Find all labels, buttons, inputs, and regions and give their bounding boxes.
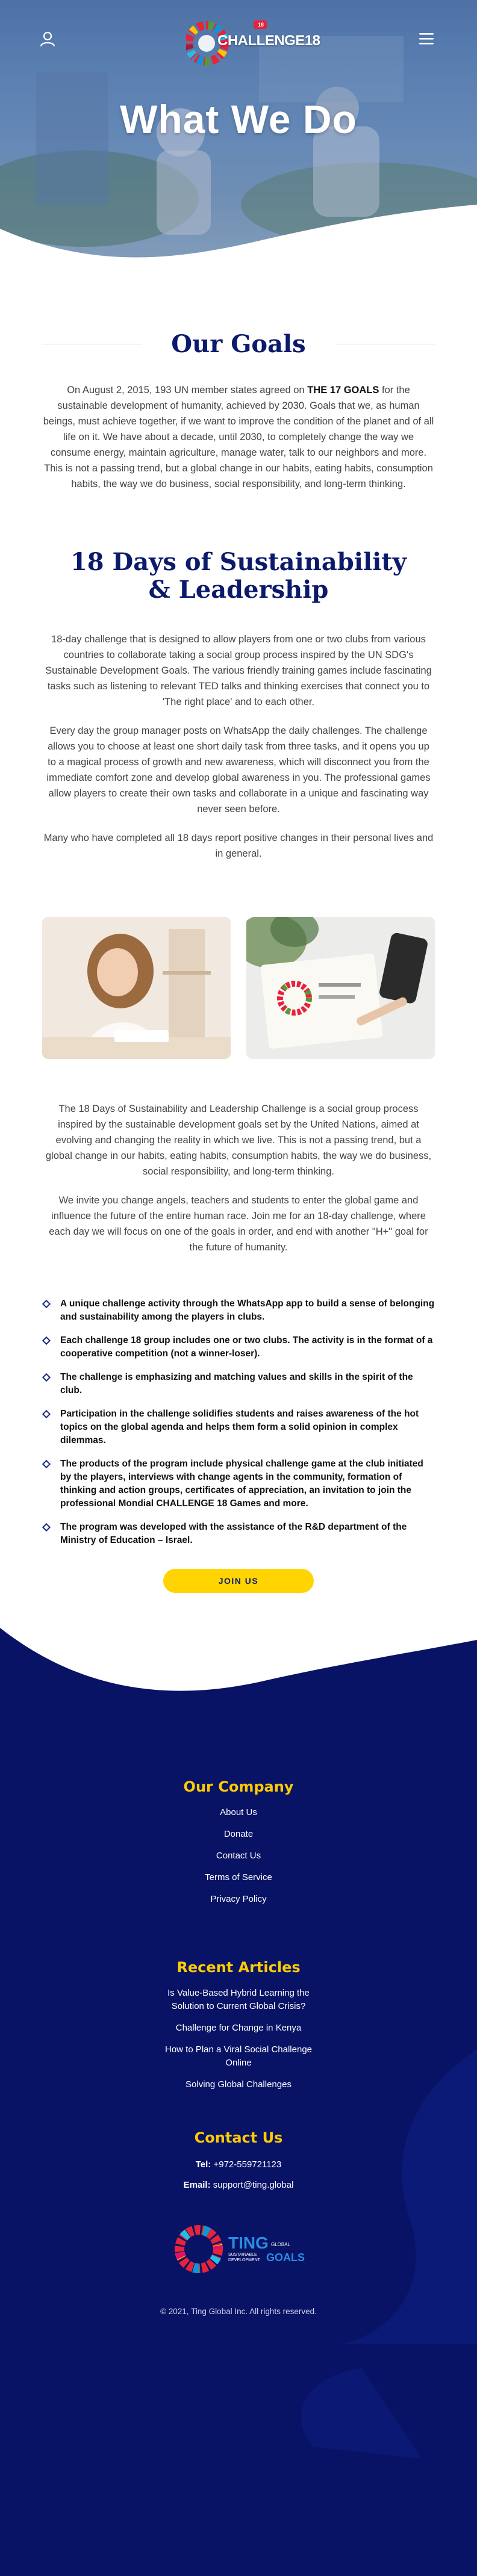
- top-navigation: 18 CHALLENGE18: [0, 8, 477, 69]
- ting-goals: GOALS: [266, 2252, 305, 2264]
- feature-text: Participation in the challenge solidifie…: [60, 1409, 419, 1445]
- goals-heading-row: Our Goals: [42, 330, 435, 358]
- feature-item: The products of the program include phys…: [42, 1457, 435, 1510]
- diamond-bullet-icon: [42, 1299, 51, 1309]
- article-link[interactable]: Challenge for Change in Kenya: [0, 2022, 477, 2035]
- diamond-bullet-icon: [42, 1373, 51, 1382]
- goals-text: On August 2, 2015, 193 UN member states …: [42, 382, 435, 492]
- footer-link-privacy-policy[interactable]: Privacy Policy: [0, 1893, 477, 1906]
- woman-writing-photo: [42, 917, 231, 1059]
- feature-item: The program was developed with the assis…: [42, 1521, 435, 1547]
- contact-tel[interactable]: Tel: +972-559721123: [0, 2158, 477, 2171]
- company-heading: Our Company: [183, 1778, 294, 1795]
- article-link[interactable]: Is Value-Based Hybrid Learning the Soluti…: [0, 1987, 477, 2013]
- feature-item: The challenge is emphasizing and matchin…: [42, 1371, 435, 1397]
- footer: Our Company About Us Donate Contact Us Term…: [0, 1628, 477, 2576]
- about-paragraph-1: The 18 Days of Sustainability and Leader…: [45, 1103, 432, 1177]
- woman-writing-illustration: [42, 917, 231, 1059]
- articles-heading: Recent Articles: [176, 1959, 301, 1976]
- page-title: What We Do: [120, 97, 357, 141]
- about-section: The 18 Days of Sustainability and Leader…: [0, 1101, 477, 1255]
- article-title-line1: Challenge for Change in Kenya: [175, 2023, 302, 2033]
- sdg-notebook-photo: [246, 917, 435, 1059]
- ting-small-sustainable: SUSTAINABLE: [228, 2253, 257, 2257]
- footer-contact: Contact Us Tel: +972-559721123 Email: su…: [0, 2129, 477, 2192]
- goals-text-pre: On August 2, 2015, 193 UN member states …: [67, 385, 308, 396]
- footer-background: [0, 1628, 477, 2576]
- diamond-bullet-icon: [42, 1522, 51, 1532]
- footer-company: Our Company About Us Donate Contact Us Term…: [0, 1778, 477, 1914]
- feature-item: Participation in the challenge solidifie…: [42, 1407, 435, 1447]
- days-heading: 18 Days of Sustainability & Leadership: [42, 548, 435, 604]
- footer-articles: Recent Articles Is Value-Based Hybrid Le…: [0, 1959, 477, 2100]
- goals-section: Our Goals On August 2, 2015, 193 UN memb…: [0, 330, 477, 492]
- article-title-line1: How to Plan a Viral Social Challenge: [164, 2044, 313, 2055]
- notebook-illustration: [246, 917, 435, 1059]
- about-paragraph-2: We invite you change angels, teachers an…: [49, 1195, 428, 1253]
- goals-text-bold: THE 17 GOALS: [307, 385, 379, 396]
- footer-link-terms-of-service[interactable]: Terms of Service: [0, 1871, 477, 1884]
- article-title-line2: Solution to Current Global Crisis?: [171, 2001, 306, 2011]
- contact-heading: Contact Us: [194, 2129, 283, 2146]
- ting-small-global: GLOBAL: [271, 2242, 291, 2247]
- tel-value: +972-559721123: [213, 2159, 282, 2170]
- company-links: About Us Donate Contact Us Terms of Service…: [0, 1806, 477, 1906]
- days-paragraph-2: Every day the group manager posts on Wha…: [46, 725, 431, 815]
- feature-text: A unique challenge activity through the …: [60, 1299, 435, 1322]
- tel-label: Tel:: [195, 2159, 211, 2170]
- logo-badge: 18: [257, 22, 264, 28]
- feature-item: A unique challenge activity through the …: [42, 1297, 435, 1324]
- copyright: © 2021, Ting Global Inc. All rights rese…: [160, 2307, 317, 2316]
- feature-text: Each challenge 18 group includes one or …: [60, 1335, 433, 1359]
- ting-small-development: DEVELOPMENT: [228, 2258, 260, 2262]
- feature-text: The products of the program include phys…: [60, 1459, 423, 1509]
- days-heading-line2: & Leadership: [148, 576, 329, 604]
- challenge18-logo[interactable]: 18 CHALLENGE18: [184, 8, 320, 66]
- feature-text: The program was developed with the assis…: [60, 1522, 407, 1545]
- article-title-line1: Is Value-Based Hybrid Learning the: [167, 1988, 310, 1998]
- article-title-line1: Solving Global Challenges: [186, 2079, 292, 2090]
- footer-link-contact-us[interactable]: Contact Us: [0, 1849, 477, 1863]
- ting-brand: TING: [228, 2233, 269, 2252]
- hamburger-menu-icon[interactable]: [418, 31, 435, 46]
- days-heading-line1: 18 Days of Sustainability: [70, 548, 407, 576]
- article-link[interactable]: How to Plan a Viral Social Challenge Onli…: [0, 2043, 477, 2070]
- article-link[interactable]: Solving Global Challenges: [0, 2078, 477, 2091]
- diamond-bullet-icon: [42, 1409, 51, 1419]
- email-value: support@ting.global: [213, 2180, 294, 2190]
- features-list: A unique challenge activity through the …: [0, 1297, 477, 1547]
- email-label: Email:: [183, 2180, 211, 2190]
- contact-email[interactable]: Email: support@ting.global: [0, 2179, 477, 2192]
- diamond-bullet-icon: [42, 1459, 51, 1469]
- goals-text-post: for the sustainable development of human…: [43, 385, 434, 489]
- hero-wave: [0, 205, 477, 259]
- feature-item: Each challenge 18 group includes one or …: [42, 1334, 435, 1361]
- diamond-bullet-icon: [42, 1336, 51, 1345]
- user-icon[interactable]: [39, 30, 57, 48]
- goals-heading: Our Goals: [171, 330, 306, 358]
- photo-gallery: [0, 917, 477, 1059]
- footer-link-about-us[interactable]: About Us: [0, 1806, 477, 1819]
- article-title-line2: Online: [225, 2058, 252, 2068]
- logo-text: CHALLENGE18: [217, 33, 320, 49]
- days-paragraph-3: Many who have completed all 18 days repo…: [43, 833, 434, 859]
- cta-row: JOIN US: [0, 1569, 477, 1593]
- feature-text: The challenge is emphasizing and matchin…: [60, 1372, 413, 1395]
- article-links: Is Value-Based Hybrid Learning the Soluti…: [0, 1987, 477, 2091]
- hero-banner: 18 CHALLENGE18 What We Do: [0, 0, 477, 259]
- days-paragraph-1: 18-day challenge that is designed to all…: [45, 634, 432, 707]
- ting-global-logo[interactable]: TING GLOBAL SUSTAINABLE DEVELOPMENT GOAL…: [0, 2218, 477, 2278]
- footer-link-donate[interactable]: Donate: [0, 1828, 477, 1841]
- days-section: 18 Days of Sustainability & Leadership 18…: [0, 548, 477, 861]
- join-us-button[interactable]: JOIN US: [163, 1569, 314, 1593]
